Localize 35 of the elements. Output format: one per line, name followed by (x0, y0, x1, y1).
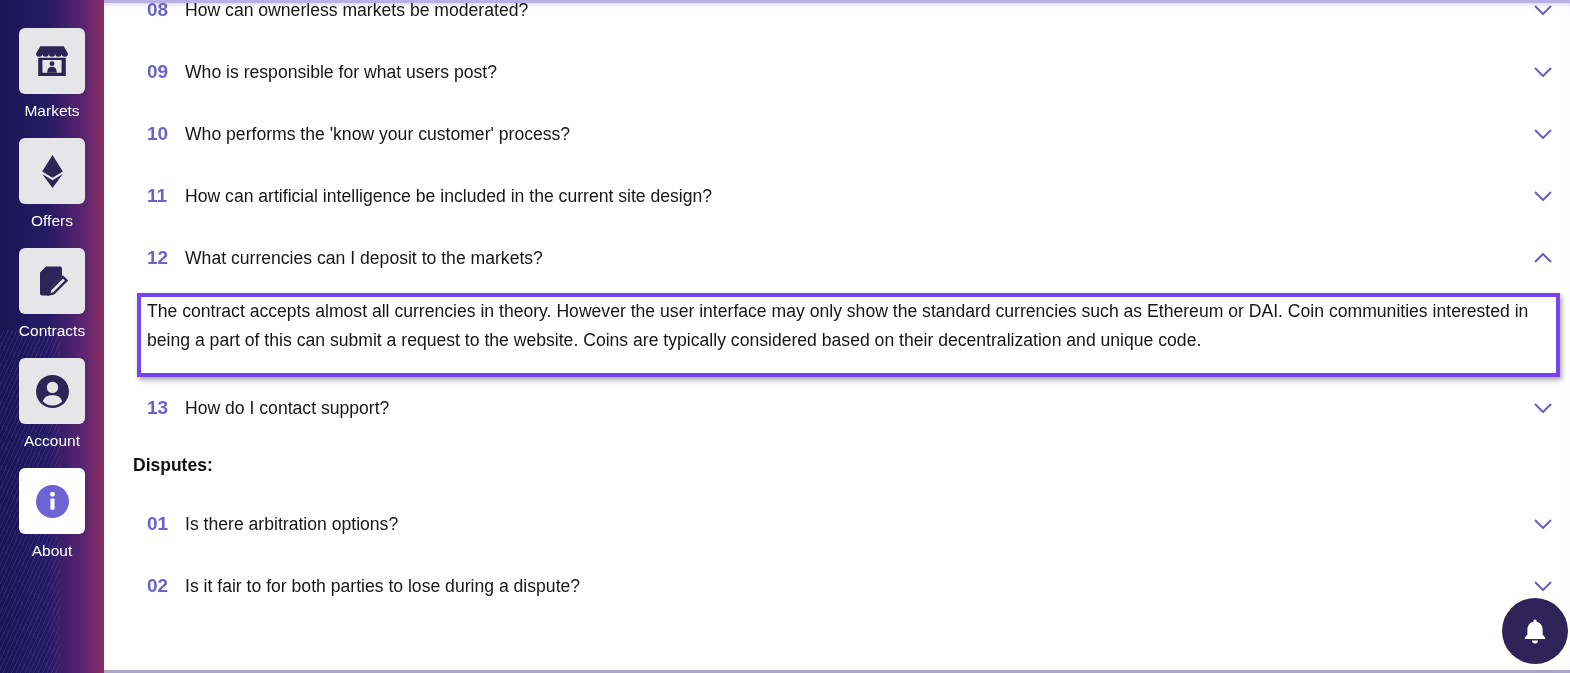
faq-question[interactable]: Who is responsible for what users post? (185, 61, 1534, 83)
chevron-down-icon[interactable] (1534, 191, 1552, 201)
faq-question[interactable]: Is it fair to for both parties to lose during a dispute? (185, 575, 1534, 597)
question-number: 12 (147, 247, 170, 269)
nav-item[interactable]: Offers (19, 138, 85, 230)
question-number: 01 (147, 513, 170, 535)
question-number: 10 (147, 123, 170, 145)
chevron-down-icon[interactable] (1534, 519, 1552, 529)
info-icon (19, 468, 85, 534)
question-number: 08 (147, 0, 170, 21)
bell-icon (1523, 618, 1547, 644)
faq-question[interactable]: What currencies can I deposit to the markets? (185, 247, 1534, 269)
question-number: 11 (147, 185, 169, 207)
chevron-down-icon[interactable] (1534, 403, 1552, 413)
faq-question[interactable]: How can ownerless markets be moderated? (185, 0, 1534, 21)
section-heading: Disputes: (133, 454, 214, 477)
nav-item[interactable]: About (19, 468, 85, 560)
chevron-up-icon[interactable] (1534, 253, 1552, 263)
market-stall-icon (19, 28, 85, 94)
question-number: 09 (147, 61, 170, 83)
question-number: 13 (147, 397, 170, 419)
nav-item[interactable]: Contracts (18, 248, 86, 340)
nav-item[interactable]: Account (19, 358, 85, 450)
question-number: 02 (147, 575, 170, 597)
faq-question[interactable]: How can artificial intelligence be included in the current site design? (185, 185, 1534, 207)
chevron-down-icon[interactable] (1534, 129, 1552, 139)
document-pencil-icon (19, 248, 85, 314)
faq-question[interactable]: How do I contact support? (185, 397, 1534, 419)
chevron-down-icon[interactable] (1534, 67, 1552, 77)
chevron-down-icon[interactable] (1534, 581, 1552, 591)
nav-item[interactable]: Markets (19, 28, 85, 120)
faq-question[interactable]: Who performs the 'know your customer' process? (185, 123, 1534, 145)
chevron-down-icon[interactable] (1534, 5, 1552, 15)
faq-question[interactable]: Is there arbitration options? (185, 513, 1534, 535)
answer-text: The contract accepts almost all currencies in theory. However the user interface may only show the standard currencies such as Ethereum or DAI. Coin communities interested in being a part of this can submit a request to the website. Coins are typically considered based on their decentralization and unique code. (147, 300, 1530, 352)
